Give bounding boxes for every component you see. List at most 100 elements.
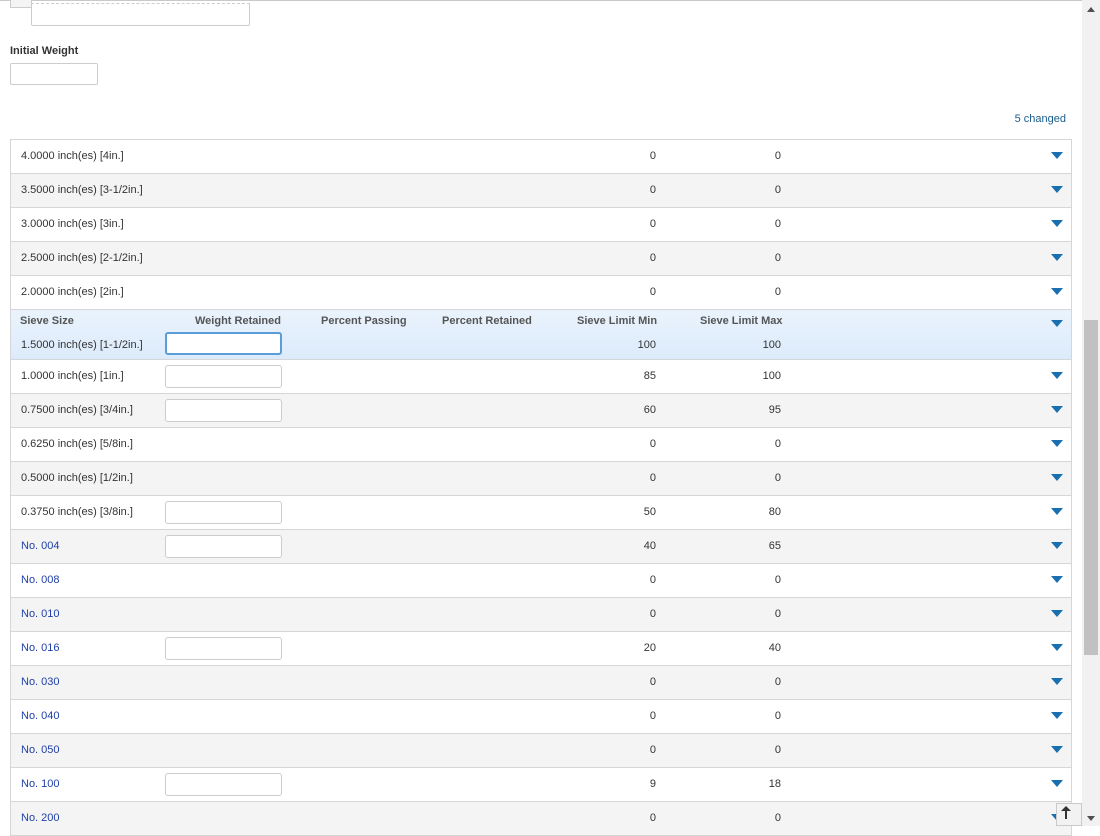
- sieve-limit-max-value: 0: [774, 184, 781, 196]
- sieve-row[interactable]: 2.0000 inch(es) [2in.] 0 0: [11, 276, 1071, 310]
- chevron-down-icon[interactable]: [1051, 576, 1063, 583]
- sieve-row[interactable]: No. 030 0 0: [11, 666, 1071, 700]
- sieve-limit-min-value: 85: [643, 370, 656, 382]
- sieve-limit-max-value: 65: [768, 540, 781, 552]
- scroll-up-arrow-icon[interactable]: [1087, 7, 1095, 12]
- top-partial-button[interactable]: [10, 0, 32, 8]
- sieve-limit-min-value: 50: [643, 506, 656, 518]
- sieve-size-label: 3.0000 inch(es) [3in.]: [21, 218, 124, 230]
- sieve-row[interactable]: No. 004 40 65: [11, 530, 1071, 564]
- sieve-limit-min-value: 0: [649, 286, 656, 298]
- initial-weight-label: Initial Weight: [10, 45, 79, 57]
- sieve-limit-max-value: 0: [774, 676, 781, 688]
- scroll-down-arrow-icon[interactable]: [1087, 816, 1095, 821]
- sieve-row[interactable]: 1.0000 inch(es) [1in.] 85 100: [11, 360, 1071, 394]
- sieve-row[interactable]: 3.0000 inch(es) [3in.] 0 0: [11, 208, 1071, 242]
- initial-weight-input[interactable]: [10, 63, 98, 85]
- chevron-down-icon[interactable]: [1051, 542, 1063, 549]
- header-percent-retained: Percent Retained: [442, 315, 532, 327]
- changed-count-link[interactable]: 5 changed: [1015, 113, 1066, 125]
- sieve-limit-max-value: 0: [774, 812, 781, 824]
- vertical-scrollbar[interactable]: [1082, 0, 1100, 826]
- sieve-row[interactable]: No. 040 0 0: [11, 700, 1071, 734]
- sieve-limit-max-value: 0: [774, 252, 781, 264]
- chevron-down-icon[interactable]: [1051, 152, 1063, 159]
- sieve-row[interactable]: No. 016 20 40: [11, 632, 1071, 666]
- weight-retained-input[interactable]: [165, 332, 282, 355]
- chevron-down-icon[interactable]: [1051, 220, 1063, 227]
- sieve-row[interactable]: No. 010 0 0: [11, 598, 1071, 632]
- sieve-limit-max-value: 0: [774, 438, 781, 450]
- weight-retained-input[interactable]: [165, 637, 282, 660]
- sieve-size-label: 0.7500 inch(es) [3/4in.]: [21, 404, 133, 416]
- sieve-limit-min-value: 20: [643, 642, 656, 654]
- sieve-limit-min-value: 0: [649, 218, 656, 230]
- sieve-size-label[interactable]: No. 100: [21, 778, 60, 791]
- sieve-row[interactable]: No. 008 0 0: [11, 564, 1071, 598]
- chevron-down-icon[interactable]: [1051, 712, 1063, 719]
- weight-retained-input[interactable]: [165, 365, 282, 388]
- back-to-top-button[interactable]: [1056, 803, 1082, 826]
- header-sieve-size: Sieve Size: [20, 315, 74, 327]
- weight-retained-input[interactable]: [165, 399, 282, 422]
- sieve-size-label[interactable]: No. 010: [21, 608, 60, 621]
- sieve-limit-max-value: 0: [774, 744, 781, 756]
- sieve-limit-min-value: 60: [643, 404, 656, 416]
- sieve-size-label[interactable]: No. 004: [21, 540, 60, 553]
- sieve-limit-min-value: 0: [649, 472, 656, 484]
- sieve-row[interactable]: 0.7500 inch(es) [3/4in.] 60 95: [11, 394, 1071, 428]
- sieve-size-label[interactable]: No. 008: [21, 574, 60, 587]
- chevron-down-icon[interactable]: [1051, 372, 1063, 379]
- sieve-row[interactable]: 2.5000 inch(es) [2-1/2in.] 0 0: [11, 242, 1071, 276]
- chevron-down-icon[interactable]: [1051, 320, 1063, 327]
- sieve-size-label[interactable]: No. 050: [21, 744, 60, 757]
- sieve-row-expanded[interactable]: Sieve Size Weight Retained Percent Passing…: [11, 310, 1071, 360]
- chevron-down-icon[interactable]: [1051, 186, 1063, 193]
- chevron-down-icon[interactable]: [1051, 508, 1063, 515]
- weight-retained-input[interactable]: [165, 501, 282, 524]
- sieve-size-label: 1.5000 inch(es) [1-1/2in.]: [21, 339, 143, 351]
- sieve-limit-min-value: 0: [649, 150, 656, 162]
- sieve-row[interactable]: 0.3750 inch(es) [3/8in.] 50 80: [11, 496, 1071, 530]
- sieve-limit-min-value: 0: [649, 676, 656, 688]
- chevron-down-icon[interactable]: [1051, 254, 1063, 261]
- chevron-down-icon[interactable]: [1051, 644, 1063, 651]
- sieve-row[interactable]: No. 050 0 0: [11, 734, 1071, 768]
- weight-retained-input[interactable]: [165, 535, 282, 558]
- sieve-limit-max-value: 80: [768, 506, 781, 518]
- sieve-limit-max-value: 0: [774, 218, 781, 230]
- sieve-size-label[interactable]: No. 040: [21, 710, 60, 723]
- sieve-size-label: 0.3750 inch(es) [3/8in.]: [21, 506, 133, 518]
- sieve-limit-max-value: 40: [768, 642, 781, 654]
- sieve-size-label[interactable]: No. 200: [21, 812, 60, 825]
- scrollbar-thumb[interactable]: [1084, 320, 1098, 655]
- weight-retained-input[interactable]: [165, 773, 282, 796]
- sieve-limit-max-value: 0: [774, 608, 781, 620]
- sieve-limit-min-value: 0: [649, 608, 656, 620]
- sieve-row[interactable]: 3.5000 inch(es) [3-1/2in.] 0 0: [11, 174, 1071, 208]
- sieve-size-label[interactable]: No. 030: [21, 676, 60, 689]
- sieve-size-label: 0.6250 inch(es) [5/8in.]: [21, 438, 133, 450]
- chevron-down-icon[interactable]: [1051, 610, 1063, 617]
- chevron-down-icon[interactable]: [1051, 746, 1063, 753]
- sieve-row[interactable]: 0.6250 inch(es) [5/8in.] 0 0: [11, 428, 1071, 462]
- sieve-size-label[interactable]: No. 016: [21, 642, 60, 655]
- sieve-limit-max-value: 95: [768, 404, 781, 416]
- chevron-down-icon[interactable]: [1051, 440, 1063, 447]
- chevron-down-icon[interactable]: [1051, 780, 1063, 787]
- sieve-row[interactable]: 4.0000 inch(es) [4in.] 0 0: [11, 140, 1071, 174]
- sieve-limit-max-value: 0: [774, 710, 781, 722]
- header-percent-passing: Percent Passing: [321, 315, 407, 327]
- sieve-row[interactable]: No. 100 9 18: [11, 768, 1071, 802]
- header-sieve-limit-max: Sieve Limit Max: [700, 315, 783, 327]
- sieve-row[interactable]: No. 200 0 0: [11, 802, 1071, 836]
- chevron-down-icon[interactable]: [1051, 474, 1063, 481]
- chevron-down-icon[interactable]: [1051, 406, 1063, 413]
- sieve-row[interactable]: 0.5000 inch(es) [1/2in.] 0 0: [11, 462, 1071, 496]
- chevron-down-icon[interactable]: [1051, 288, 1063, 295]
- page-top-border: [0, 0, 1082, 1]
- top-partial-input[interactable]: [31, 3, 250, 26]
- sieve-limit-max-value: 0: [774, 472, 781, 484]
- sieve-limit-max-value: 0: [774, 150, 781, 162]
- chevron-down-icon[interactable]: [1051, 678, 1063, 685]
